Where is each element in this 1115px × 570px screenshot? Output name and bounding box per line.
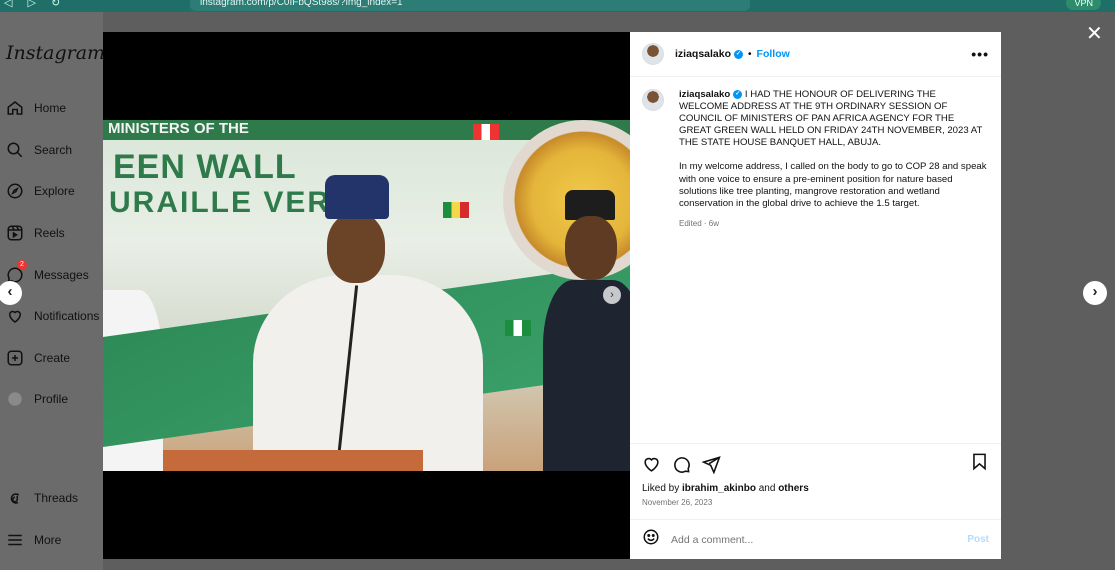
- sidebar-item-messages[interactable]: 2 Messages: [6, 260, 89, 284]
- sidebar-item-label: Messages: [34, 268, 89, 282]
- home-icon: [6, 99, 24, 117]
- sidebar-item-label: Explore: [34, 184, 75, 198]
- sidebar-item-home[interactable]: Home: [6, 99, 66, 117]
- sidebar-item-label: Notifications: [34, 309, 100, 323]
- emoji-icon[interactable]: [642, 528, 660, 551]
- heart-icon: [6, 307, 24, 325]
- sidebar-item-more[interactable]: More: [6, 531, 61, 549]
- sidebar-item-label: Profile: [34, 392, 69, 406]
- separator-dot: •: [748, 48, 752, 60]
- avatar[interactable]: [642, 89, 664, 111]
- threads-icon: [6, 489, 24, 507]
- likes-summary: Liked by ibrahim_akinbo and others: [642, 483, 809, 494]
- comment-bar: Post: [630, 519, 1001, 559]
- share-icon[interactable]: [702, 455, 721, 474]
- flag-icon: [473, 124, 499, 140]
- photo-person-right: [543, 190, 630, 471]
- sidebar-item-profile[interactable]: Profile: [6, 390, 68, 408]
- post-header: iziaqsalako ✓ • Follow •••: [630, 32, 1001, 77]
- like-heart-icon[interactable]: [642, 455, 661, 474]
- post-actions: Liked by ibrahim_akinbo and others Novem…: [630, 443, 1001, 507]
- comment-icon[interactable]: [672, 455, 691, 474]
- post-comment-button[interactable]: Post: [967, 534, 989, 545]
- instagram-logo[interactable]: Instagram: [6, 42, 105, 64]
- caption-username[interactable]: iziaqsalako ✓: [679, 89, 743, 100]
- sidebar-item-threads[interactable]: Threads: [6, 489, 78, 507]
- plus-square-icon: [6, 349, 24, 367]
- liked-others-link[interactable]: others: [778, 483, 809, 494]
- sidebar-item-create[interactable]: Create: [6, 349, 70, 367]
- banner-text-top: MINISTERS OF THE: [108, 120, 249, 137]
- browser-nav-buttons[interactable]: ◁ ▷ ↻: [4, 0, 66, 9]
- post-media[interactable]: MINISTERS OF THE EEN WALL URAILLE VERTE …: [103, 32, 630, 559]
- close-modal-button[interactable]: ✕: [1086, 24, 1103, 44]
- sidebar-item-notifications[interactable]: Notifications: [6, 307, 99, 325]
- more-options-icon[interactable]: •••: [971, 46, 989, 62]
- avatar-icon: [6, 390, 24, 408]
- reels-icon: [6, 224, 24, 242]
- post-date[interactable]: November 26, 2023: [642, 498, 989, 507]
- post-username[interactable]: iziaqsalako ✓: [675, 48, 744, 60]
- avatar[interactable]: [642, 43, 664, 65]
- post-photo: MINISTERS OF THE EEN WALL URAILLE VERTE: [103, 120, 630, 471]
- liked-by-user-link[interactable]: ibrahim_akinbo: [682, 483, 756, 494]
- messages-badge: 2: [17, 260, 27, 270]
- verified-badge-icon: ✓: [733, 89, 743, 99]
- vpn-button[interactable]: VPN: [1066, 0, 1101, 10]
- follow-button[interactable]: Follow: [757, 48, 790, 60]
- action-icons: [642, 452, 989, 476]
- carousel-next-button[interactable]: ›: [603, 286, 621, 304]
- menu-icon: [6, 531, 24, 549]
- bookmark-icon: [973, 453, 986, 471]
- save-button[interactable]: [970, 452, 989, 476]
- sidebar-item-label: Search: [34, 143, 73, 157]
- next-post-button[interactable]: ›: [1083, 281, 1107, 305]
- compass-icon: [6, 182, 24, 200]
- post-details-panel: iziaqsalako ✓ • Follow ••• iziaqsalako ✓ I…: [630, 32, 1001, 559]
- sidebar-item-search[interactable]: Search: [6, 141, 72, 159]
- search-icon: [6, 141, 24, 159]
- sidebar-item-label: Home: [34, 101, 67, 115]
- verified-badge-icon: ✓: [734, 49, 744, 59]
- podium: [163, 450, 423, 471]
- sidebar-item-label: Threads: [34, 491, 79, 505]
- address-bar[interactable]: instagram.com/p/C0IFbQSt98s/?img_index=1: [190, 0, 750, 11]
- sidebar-item-label: Reels: [34, 226, 65, 240]
- browser-toolbar: ◁ ▷ ↻ instagram.com/p/C0IFbQSt98s/?img_i…: [0, 0, 1115, 12]
- caption-body: iziaqsalako ✓ I HAD THE HONOUR OF DELIVER…: [679, 89, 987, 230]
- comment-input[interactable]: [671, 533, 951, 546]
- flag-icon: [505, 320, 531, 336]
- post-caption: iziaqsalako ✓ I HAD THE HONOUR OF DELIVER…: [642, 89, 987, 230]
- edited-timestamp: Edited · 6w: [679, 218, 720, 228]
- caption-text-p2: In my welcome address, I called on the b…: [679, 161, 987, 209]
- photo-speaker: [253, 175, 483, 471]
- sidebar-item-label: Create: [34, 351, 71, 365]
- sidebar-item-reels[interactable]: Reels: [6, 224, 65, 242]
- sidebar-item-explore[interactable]: Explore: [6, 182, 75, 200]
- sidebar-item-label: More: [34, 533, 62, 547]
